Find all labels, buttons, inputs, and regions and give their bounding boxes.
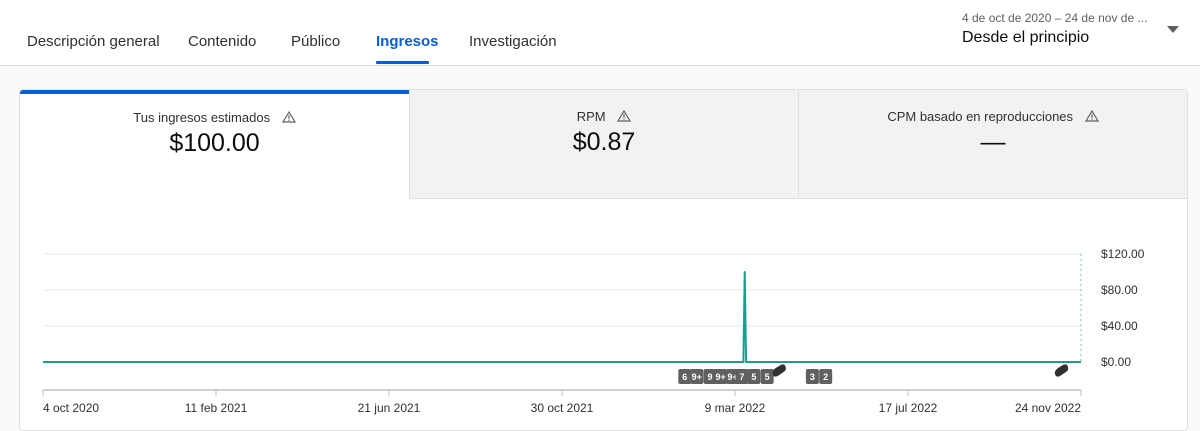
y-tick-label: $120.00 <box>1101 247 1145 261</box>
series-line <box>43 271 1081 363</box>
shorts-icon <box>772 364 786 377</box>
x-tick-label: 17 jul 2022 <box>879 401 938 415</box>
annotation-badge-label: 5 <box>751 372 756 382</box>
revenue-line-chart: $120.00 $80.00 $40.00 $0.00 4 oct 2020 11 feb… <box>42 247 1145 415</box>
annotation-badge-label: 9+ <box>692 372 702 382</box>
x-tick-label: 21 jun 2021 <box>358 401 421 415</box>
shorts-icon <box>1054 364 1069 377</box>
annotation-badge-label: 7 <box>739 372 744 382</box>
annotation-badge-label: 3 <box>810 372 815 382</box>
x-tick-label: 30 oct 2021 <box>531 401 594 415</box>
annotation-badge-label: 9 <box>708 372 713 382</box>
x-tick-label: 24 nov 2022 <box>1015 401 1081 415</box>
y-tick-label: $80.00 <box>1101 283 1138 297</box>
x-tick-label: 9 mar 2022 <box>705 401 766 415</box>
x-tick-label: 11 feb 2021 <box>185 401 248 415</box>
annotation-badge-label: 2 <box>823 372 828 382</box>
annotation-badge-label: 9+ <box>716 372 726 382</box>
x-tick-label: 4 oct 2020 <box>43 401 99 415</box>
annotation-badge-label: 5 <box>765 372 770 382</box>
annotation-badge-label: 6 <box>682 372 687 382</box>
y-tick-label: $40.00 <box>1101 319 1138 333</box>
y-tick-label: $0.00 <box>1101 355 1131 369</box>
